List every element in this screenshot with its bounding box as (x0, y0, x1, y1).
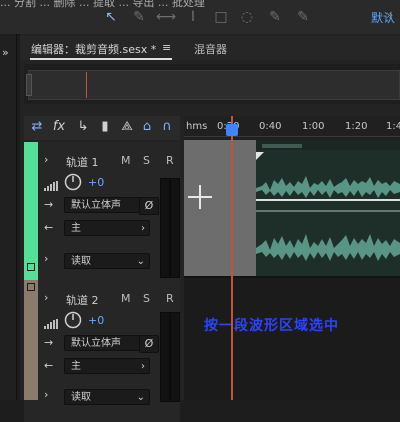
track-2-volume-knob[interactable] (64, 311, 82, 329)
track-1-bus-label: 主 (71, 223, 81, 234)
track-2-output-icon: ← (44, 359, 54, 372)
track-1-record-button[interactable]: R (166, 154, 174, 167)
overview-scroll-handle[interactable] (26, 74, 32, 96)
time-selection-icon[interactable]: I (184, 8, 202, 26)
track-1-mute-button[interactable]: M (121, 154, 131, 167)
chevron-right-icon: › (141, 361, 145, 372)
track-1-color-strip (24, 142, 38, 280)
track-2-automation-expand-icon[interactable]: › (44, 388, 48, 401)
chevron-down-icon: ⌄ (136, 256, 145, 267)
track-2-output-label: 默认立体声 (71, 338, 121, 349)
eq-icon[interactable]: ▮ (96, 118, 114, 136)
track-1-input-icon: → (44, 198, 54, 211)
track-2-meter-left (160, 312, 170, 402)
track-1-output-icon: ← (44, 221, 54, 234)
ruler-label-1:00: 1:00 (302, 121, 325, 132)
track-1-read-label: 读取 (71, 256, 91, 267)
track-2-phase-button[interactable]: Ø (139, 335, 159, 353)
overview-navigator[interactable] (28, 70, 400, 100)
track-2-read-label: 读取 (71, 392, 91, 403)
overview-playhead (86, 72, 87, 98)
tab-mixer[interactable]: 混音器 (194, 41, 227, 57)
track-1-read-dropdown[interactable]: 读取 ⌄ (64, 253, 150, 269)
slip-tool-icon[interactable]: ⟷ (156, 8, 176, 26)
track-1-automation-expand-icon[interactable]: › (44, 252, 48, 265)
track-1-solo-button[interactable]: S (143, 154, 150, 167)
track-2-color-strip (24, 280, 38, 400)
track-1-meter-right (170, 178, 180, 278)
selection-crosshair-icon (188, 185, 212, 209)
lasso-icon[interactable]: ◌ (238, 8, 256, 26)
audio-clip[interactable] (256, 140, 400, 278)
workspace-expand-icon[interactable]: » (386, 8, 400, 24)
brush-icon[interactable]: ✎ (266, 8, 284, 26)
track-2-read-dropdown[interactable]: 读取 ⌄ (64, 389, 150, 405)
track-1-output-label: 默认立体声 (71, 200, 121, 211)
ruler-label-1:20: 1:20 (345, 121, 368, 132)
ruler-label-0:40: 0:40 (259, 121, 282, 132)
track-1-meter-left (160, 178, 170, 278)
move-tool-icon[interactable]: ↖ (102, 8, 120, 26)
sync-icon[interactable]: ⇄ (28, 118, 46, 136)
send-icon[interactable]: ↳ (74, 118, 92, 136)
track-1-phase-button[interactable]: Ø (139, 197, 159, 215)
track-2-level-icon (44, 314, 60, 329)
track-2-meter-right (170, 312, 180, 402)
track-2-output-dropdown[interactable]: 默认立体声› (64, 335, 150, 351)
left-panel-collapsed[interactable] (0, 34, 17, 400)
tab-editor[interactable]: 编辑器：裁剪音频.sesx * (31, 41, 156, 57)
track-2-mute-button[interactable]: M (121, 292, 131, 305)
track-2-lane[interactable] (184, 278, 400, 400)
track-1-level-icon (44, 176, 60, 191)
chevron-right-icon: › (141, 223, 145, 234)
metronome-icon[interactable]: ⟁ (118, 118, 136, 136)
razor-tool-icon[interactable]: ✎ (130, 8, 148, 26)
track-2-name[interactable]: 轨道 2 (66, 292, 99, 308)
track-2-input-icon: → (44, 336, 54, 349)
active-tab-underline (30, 58, 172, 60)
track-1-name[interactable]: 轨道 1 (66, 154, 99, 170)
track-1-volume-value[interactable]: +0 (88, 176, 104, 189)
track-2-record-button[interactable]: R (166, 292, 174, 305)
playhead-handle[interactable] (226, 124, 238, 136)
chevron-down-icon: ⌄ (136, 392, 145, 403)
ruler-unit-label: hms (186, 121, 208, 132)
track-2-select-box[interactable] (27, 283, 35, 291)
track-2-bus-dropdown[interactable]: 主 › (64, 358, 150, 374)
annotation-text: 按一段波形区域选中 (204, 318, 339, 334)
tab-menu-icon[interactable]: ≡ (162, 41, 171, 54)
playhead-line[interactable] (231, 116, 233, 400)
track-1-volume-knob[interactable] (64, 173, 82, 191)
track-1-select-box[interactable] (27, 263, 35, 271)
track-1-bus-dropdown[interactable]: 主 › (64, 220, 150, 236)
left-expand-icon[interactable]: » (2, 46, 9, 59)
track-1-output-dropdown[interactable]: 默认立体声› (64, 197, 150, 213)
input-monitor-icon[interactable]: ⌂ (138, 118, 156, 136)
track-2-bus-label: 主 (71, 361, 81, 372)
track-1-expand-icon[interactable]: › (44, 153, 48, 166)
track-2-solo-button[interactable]: S (143, 292, 150, 305)
headphones-icon[interactable]: ∩ (158, 118, 176, 136)
ruler-label-1:40: 1:40 (386, 121, 400, 132)
spot-heal-icon[interactable]: ✎ (294, 8, 312, 26)
fx-icon[interactable]: fx (50, 118, 68, 136)
marquee-icon[interactable]: □ (212, 8, 230, 26)
track-2-expand-icon[interactable]: › (44, 291, 48, 304)
track-2-volume-value[interactable]: +0 (88, 314, 104, 327)
